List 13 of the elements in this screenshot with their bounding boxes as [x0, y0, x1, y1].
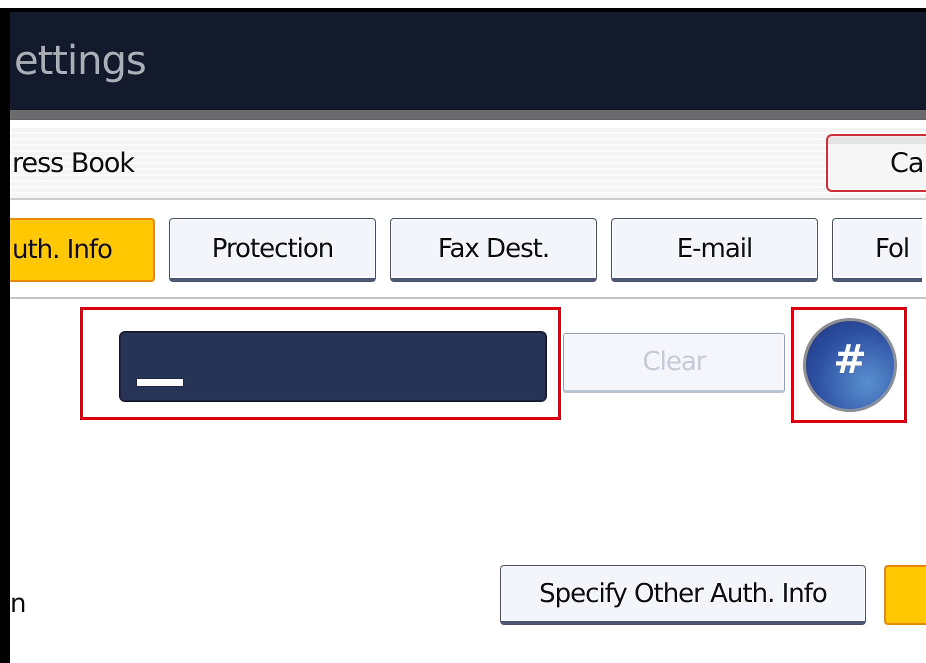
tab[interactable]: Fax Dest.	[390, 218, 597, 282]
screen-title: ettings	[13, 38, 146, 84]
row-label: n	[10, 589, 28, 619]
tab[interactable]: E-mail	[611, 218, 818, 282]
input-field[interactable]	[119, 331, 547, 402]
tab[interactable]: uth. Info	[10, 218, 155, 282]
hash-key[interactable]: #	[803, 318, 897, 412]
section-title: ress Book	[11, 148, 134, 178]
cancel-button[interactable]: Ca	[826, 134, 926, 192]
option-button[interactable]	[884, 565, 926, 625]
specify-button[interactable]: Specify Other Auth. Info	[500, 565, 866, 625]
tab[interactable]: Protection	[169, 218, 376, 282]
tab[interactable]: Fol	[832, 218, 922, 282]
